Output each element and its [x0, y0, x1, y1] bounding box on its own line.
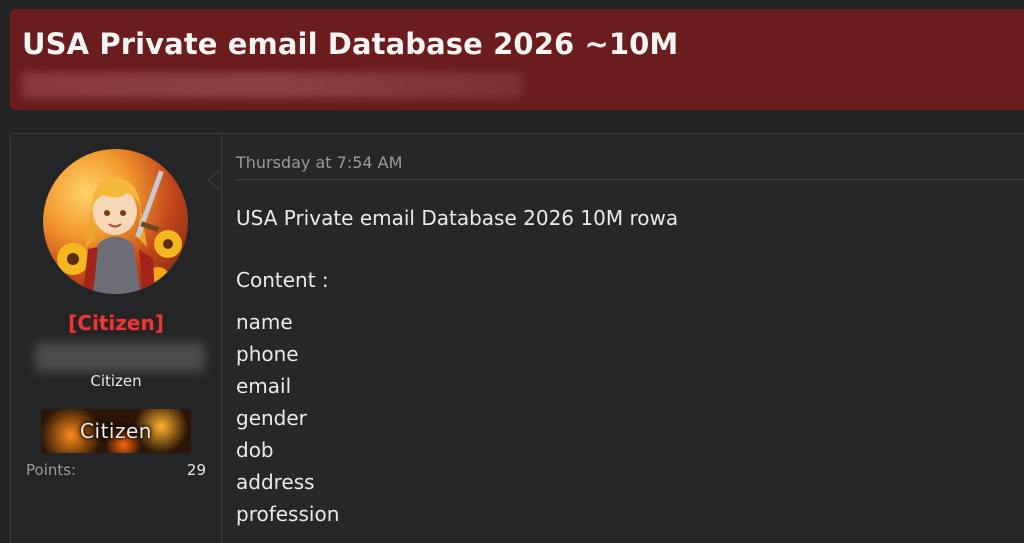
field-item: dob — [236, 438, 274, 462]
field-item: phone — [236, 342, 299, 366]
post-arrow-inner — [209, 170, 221, 190]
post-body: USA Private email Database 2026 10M rowa… — [236, 202, 678, 530]
avatar-image — [57, 170, 182, 294]
points-label: Points: — [26, 461, 77, 479]
points-value[interactable]: 29 — [187, 461, 206, 479]
field-item: gender — [236, 406, 307, 430]
post: [Citizen] Citizen Citizen Points: 29 Thu… — [10, 133, 1024, 543]
field-item: email — [236, 374, 292, 398]
divider — [236, 179, 1024, 180]
post-content: Thursday at 7:54 AM USA Private email Da… — [222, 134, 1024, 543]
thread-page: USA Private email Database 2026 ~10M [Ci… — [0, 0, 1024, 543]
field-item: name — [236, 310, 293, 334]
thread-header: USA Private email Database 2026 ~10M — [10, 9, 1024, 110]
field-item: profession — [236, 502, 340, 526]
thread-title: USA Private email Database 2026 ~10M — [22, 27, 679, 61]
avatar[interactable] — [43, 149, 188, 294]
user-banner-text: Citizen — [80, 419, 152, 443]
user-info: [Citizen] Citizen Citizen Points: 29 — [11, 134, 222, 543]
user-title: Citizen — [90, 372, 142, 390]
content-label: Content : — [236, 268, 329, 292]
username-link[interactable]: [Citizen] — [11, 311, 221, 335]
thread-meta-blurred — [22, 72, 522, 98]
post-heading: USA Private email Database 2026 10M rowa — [236, 206, 679, 230]
field-item: address — [236, 470, 315, 494]
post-date[interactable]: Thursday at 7:54 AM — [236, 153, 402, 172]
user-banner: Citizen — [41, 409, 191, 453]
user-blurred-field — [35, 342, 205, 372]
